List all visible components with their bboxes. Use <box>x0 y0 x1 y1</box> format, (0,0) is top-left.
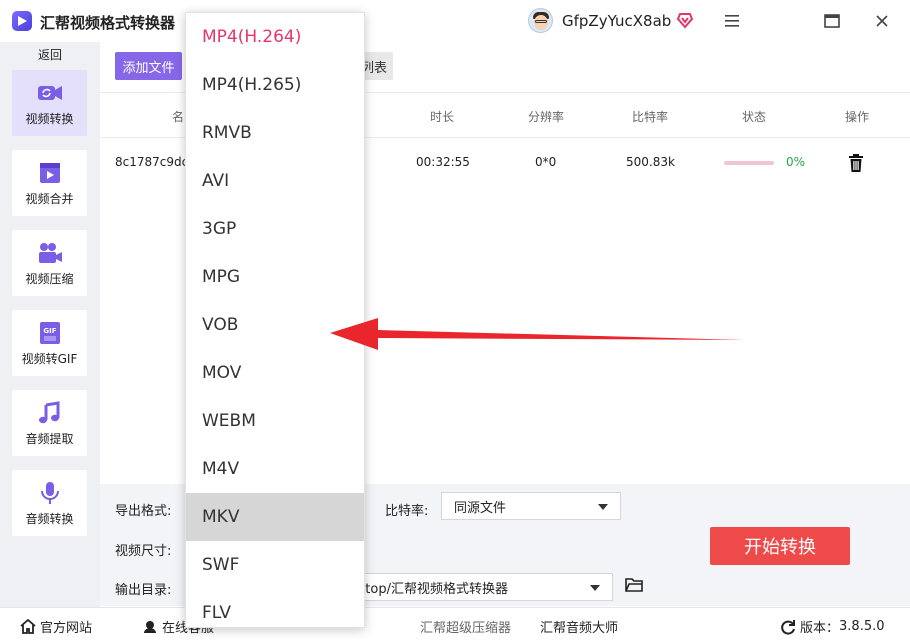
format-option[interactable]: 3GP <box>186 205 364 253</box>
format-option[interactable]: RMVB <box>186 109 364 157</box>
title-bar: 汇帮视频格式转换器 GfpZyYucX8ab <box>0 0 910 42</box>
format-dropdown: MP4(H.264) MP4(H.265) RMVB AVI 3GP MPG V… <box>185 12 365 628</box>
add-file-button[interactable]: 添加文件 <box>115 52 182 80</box>
app-title: 汇帮视频格式转换器 <box>40 14 176 32</box>
video-convert-icon <box>37 85 62 100</box>
sidebar-item-video-compress[interactable]: 视频压缩 <box>12 230 87 296</box>
svg-text:GIF: GIF <box>43 327 56 335</box>
file-name: 8c1787c9dca <box>115 155 196 169</box>
format-option[interactable]: WEBM <box>186 397 364 445</box>
sidebar-item-audio-extract[interactable]: 音频提取 <box>12 390 87 456</box>
progress-percent: 0% <box>786 155 806 169</box>
sidebar-item-video-convert[interactable]: 视频转换 <box>12 70 87 136</box>
music-note-icon <box>38 400 59 423</box>
sidebar-item-label: 视频合并 <box>25 191 74 206</box>
username[interactable]: GfpZyYucX8ab <box>562 12 671 30</box>
sidebar-item-video-gif[interactable]: GIF 视频转GIF <box>12 310 87 376</box>
file-bitrate: 500.83k <box>626 155 675 169</box>
format-option[interactable]: MP4(H.264) <box>186 13 364 61</box>
file-duration: 00:32:55 <box>416 155 470 169</box>
version-label: 版本： <box>800 621 840 636</box>
version-info[interactable]: 版本： 3.8.5.0 <box>780 617 885 636</box>
refresh-icon <box>781 619 795 635</box>
sidebar-item-label: 音频提取 <box>25 431 74 446</box>
audio-master-link[interactable]: 汇帮音频大师 <box>540 617 618 636</box>
format-option[interactable]: SWF <box>186 541 364 589</box>
video-compress-icon <box>38 242 62 263</box>
back-button[interactable]: 返回 <box>0 46 100 63</box>
bitrate-value: 同源文件 <box>454 500 507 516</box>
progress-bar <box>724 161 774 165</box>
format-option[interactable]: M4V <box>186 445 364 493</box>
column-header-name: 名 <box>172 110 185 124</box>
compressor-link[interactable]: 汇帮超级压缩器 <box>420 617 511 636</box>
video-size-label: 视频尺寸: <box>115 544 172 559</box>
sidebar-item-video-merge[interactable]: 视频合并 <box>12 150 87 216</box>
column-header-action: 操作 <box>845 110 870 124</box>
bitrate-label: 比特率: <box>385 504 429 519</box>
folder-icon[interactable] <box>625 577 643 593</box>
format-option[interactable]: AVI <box>186 157 364 205</box>
sidebar: 返回 视频转换 视频合并 视频压缩 GIF 视频转GIF 音频提取 音频转换 <box>0 42 100 607</box>
sidebar-item-label: 视频转换 <box>25 111 74 126</box>
trash-icon[interactable] <box>848 154 864 172</box>
website-label: 官方网站 <box>40 621 93 636</box>
close-icon[interactable] <box>869 9 895 33</box>
sidebar-item-label: 视频转GIF <box>21 351 78 366</box>
vip-heart-icon[interactable] <box>676 11 694 29</box>
maximize-icon[interactable] <box>819 9 845 33</box>
format-option-selected[interactable]: MKV <box>186 493 364 541</box>
sidebar-item-label: 视频压缩 <box>25 271 74 286</box>
gif-icon: GIF <box>39 321 60 344</box>
start-convert-button[interactable]: 开始转换 <box>710 527 850 565</box>
column-header-bitrate: 比特率 <box>632 110 669 124</box>
column-header-duration: 时长 <box>430 110 455 124</box>
export-format-label: 导出格式: <box>115 504 172 519</box>
app-window: 汇帮视频格式转换器 GfpZyYucX8ab 返回 视频转换 视频合并 视频压缩… <box>0 0 910 640</box>
menu-icon[interactable] <box>719 9 745 33</box>
column-header-status: 状态 <box>742 110 767 124</box>
version-value: 3.8.5.0 <box>839 619 885 634</box>
output-dir-value: sktop/汇帮视频格式转换器 <box>351 581 508 597</box>
file-resolution: 0*0 <box>535 155 557 169</box>
format-option[interactable]: MP4(H.265) <box>186 61 364 109</box>
avatar[interactable] <box>528 8 553 33</box>
video-merge-icon <box>39 162 60 183</box>
sidebar-item-label: 音频转换 <box>25 511 74 526</box>
column-header-resolution: 分辨率 <box>528 110 565 124</box>
sidebar-item-audio-convert[interactable]: 音频转换 <box>12 470 87 536</box>
format-option[interactable]: MPG <box>186 253 364 301</box>
format-option[interactable]: VOB <box>186 301 364 349</box>
chevron-down-icon <box>598 504 608 510</box>
footer: 官方网站 在线客服 汇帮超级压缩器 汇帮音频大师 版本： 3.8.5.0 <box>0 607 910 640</box>
home-icon <box>20 619 36 634</box>
format-option[interactable]: FLV <box>186 589 364 627</box>
chevron-down-icon <box>590 585 600 591</box>
website-link[interactable]: 官方网站 <box>20 617 92 636</box>
output-dir-select[interactable]: sktop/汇帮视频格式转换器 <box>350 573 613 601</box>
headset-icon <box>144 621 156 633</box>
microphone-icon <box>40 481 59 504</box>
app-logo-icon <box>12 11 32 31</box>
bitrate-select[interactable]: 同源文件 <box>441 492 621 520</box>
output-dir-label: 输出目录: <box>115 583 172 598</box>
format-option[interactable]: MOV <box>186 349 364 397</box>
